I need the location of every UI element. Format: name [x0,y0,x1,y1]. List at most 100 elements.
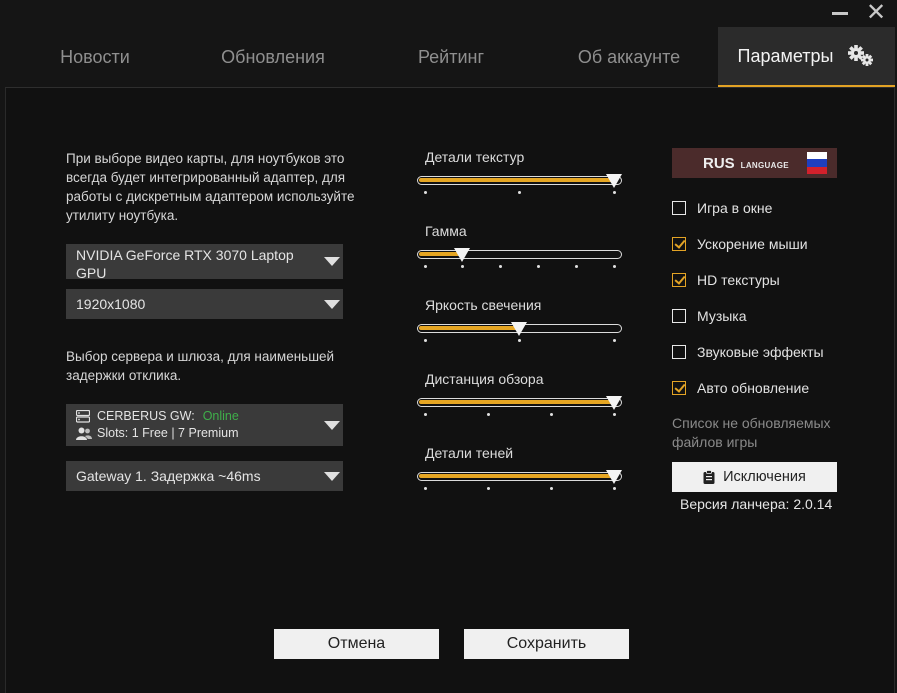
tab-label: Об аккаунте [577,47,681,67]
clipboard-icon [703,470,715,484]
server-slots: Slots: 1 Free | 7 Premium [97,426,239,440]
server-slots-line: Slots: 1 Free | 7 Premium [76,426,239,440]
server-name-line: CERBERUS GW: Online [76,409,239,423]
exclusions-button[interactable]: Исключения [672,462,837,492]
slider-label: Дистанция обзора [425,371,544,387]
slider-thumb[interactable] [605,396,622,410]
tab-rating[interactable]: Рейтинг [376,27,526,88]
exclusions-note: Список не обновляемых файлов игры [672,415,831,450]
minimize-button[interactable] [826,0,854,26]
tab-account[interactable]: Об аккаунте [549,27,709,88]
gears-icon [847,44,875,68]
language-code: RUS [703,154,735,172]
server-select[interactable]: CERBERUS GW: Online Slots: 1 Free | 7 Pr… [66,404,343,446]
slider-tick [423,339,427,342]
slider-tick [518,339,521,342]
save-button[interactable]: Сохранить [464,629,629,659]
slider-fill [419,474,614,478]
server-description: Выбор сервера и шлюза, для наименьшей за… [66,349,335,383]
chevron-down-icon [321,404,343,446]
server-icon [76,409,90,423]
slider-thumb[interactable] [605,470,622,484]
slider-track[interactable] [417,322,622,336]
chevron-down-icon [321,289,343,319]
slider-tick [612,339,616,342]
slider-tick [612,191,616,194]
option-checkbox-row[interactable]: Музыка [672,308,747,324]
slider-tick [423,191,427,194]
option-label: HD текстуры [697,272,780,288]
exclusions-button-label: Исключения [723,469,806,485]
checkbox-checked-icon[interactable] [672,237,686,251]
flag-stripe [807,152,827,160]
slider-label: Детали текстур [425,149,525,165]
server-name: CERBERUS GW: [97,409,195,423]
slider-tick [423,265,427,268]
slider-tick [518,191,521,194]
option-label: Ускорение мыши [697,236,808,252]
slider-tick [612,413,616,416]
slider-tick [536,265,540,268]
slider-label: Гамма [425,223,467,239]
tab-label: Обновления [221,47,325,67]
cancel-button[interactable]: Отмена [274,629,439,659]
option-checkbox-row[interactable]: Звуковые эффекты [672,344,824,360]
chevron-down-icon [321,461,343,491]
tab-label: Параметры [737,45,834,66]
checkbox-checked-icon[interactable] [672,273,686,287]
slider-track[interactable] [417,248,622,262]
checkbox-unchecked-icon[interactable] [672,345,686,359]
tab-settings[interactable]: Параметры [718,27,895,88]
option-label: Музыка [697,308,747,324]
resolution-select-value: 1920x1080 [76,296,146,312]
slider-label: Яркость свечения [425,297,542,313]
checkbox-unchecked-icon[interactable] [672,201,686,215]
resolution-select[interactable]: 1920x1080 [66,289,343,319]
video-description: При выборе видео карты, для ноутбуков эт… [66,151,355,223]
gpu-select-value: NVIDIA GeForce RTX 3070 Laptop GPU [76,247,294,281]
close-button[interactable]: ✕ [862,0,890,26]
tab-news[interactable]: Новости [20,27,170,88]
tab-label: Новости [60,47,130,67]
slider-tick [423,487,427,490]
option-label: Звуковые эффекты [697,344,824,360]
slider-fill [419,178,614,182]
option-label: Авто обновление [697,380,810,396]
flag-stripe [807,166,827,174]
slider-thumb[interactable] [454,248,471,262]
chevron-down-icon [321,244,343,279]
gpu-select[interactable]: NVIDIA GeForce RTX 3070 Laptop GPU [66,244,343,281]
slider-tick [574,265,578,268]
launcher-version: Версия ланчера: 2.0.14 [680,496,833,512]
option-checkbox-row[interactable]: Авто обновление [672,380,809,396]
save-button-label: Сохранить [506,635,587,652]
slider-track[interactable] [417,174,622,188]
slider-tick [486,487,490,490]
language-button[interactable]: RUS LANGUAGE [672,148,837,178]
tab-updates[interactable]: Обновления [193,27,353,88]
slider-tick [612,487,616,490]
users-icon [76,427,92,440]
option-checkbox-row[interactable]: HD текстуры [672,272,780,288]
gateway-select-value: Gateway 1. Задержка ~46ms [76,468,261,484]
slider-thumb[interactable] [605,174,622,188]
slider-track[interactable] [417,470,622,484]
gateway-select[interactable]: Gateway 1. Задержка ~46ms [66,461,343,491]
cancel-button-label: Отмена [327,635,386,652]
slider-label: Детали теней [425,445,514,461]
slider-fill [419,326,520,330]
tab-bar: Новости Обновления Рейтинг Об аккаунте П… [0,27,897,88]
tab-label: Рейтинг [417,47,485,67]
option-checkbox-row[interactable]: Ускорение мыши [672,236,808,252]
option-checkbox-row[interactable]: Игра в окне [672,200,772,216]
russia-flag-icon [807,152,827,174]
slider-track[interactable] [417,396,622,410]
slider-tick [549,413,553,416]
slider-tick [612,265,616,268]
checkbox-checked-icon[interactable] [672,381,686,395]
slider-thumb[interactable] [511,322,527,336]
checkbox-unchecked-icon[interactable] [672,309,686,323]
slider-fill [419,400,614,404]
slider-tick [549,487,553,490]
slider-tick [423,413,427,416]
